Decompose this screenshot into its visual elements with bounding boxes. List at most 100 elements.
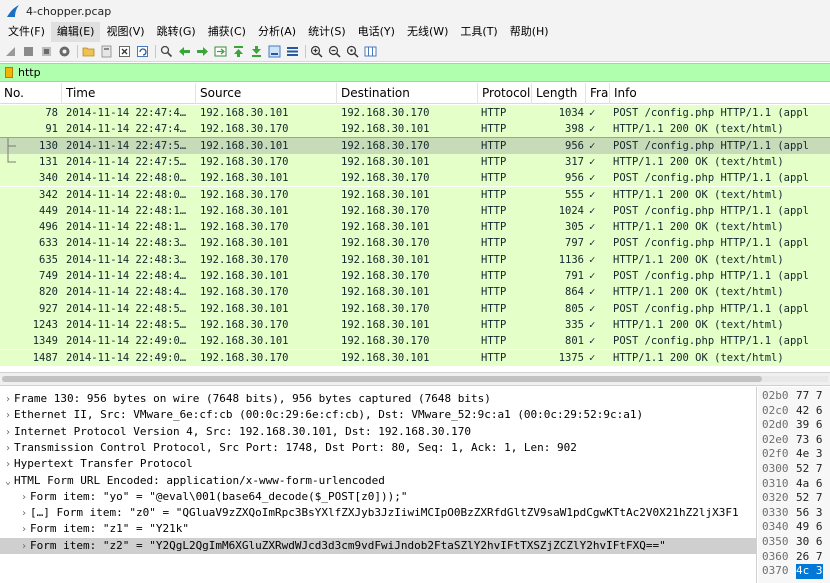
find-packet-icon[interactable] [160,45,173,58]
protocol-tree-item[interactable]: › Transmission Control Protocol, Src Port… [0,440,756,457]
zoom-out-icon[interactable] [328,45,341,58]
menu-view[interactable]: 视图(V) [100,22,150,42]
go-back-icon[interactable] [178,45,191,58]
hex-bytes[interactable]: 26 7 [796,550,823,565]
capture-options-icon[interactable] [58,45,71,58]
hex-bytes[interactable]: 77 7 [796,389,823,404]
packet-protocol: HTTP [481,139,507,152]
hex-bytes[interactable]: 52 7 [796,462,823,477]
packet-row[interactable]: 78 2014-11-14 22:47:4… 192.168.30.101 192.1… [0,105,830,122]
packet-row[interactable]: 1243 2014-11-14 22:48:5… 192.168.30.170 192… [0,316,830,334]
horizontal-scrollbar-thumb[interactable] [2,376,762,382]
packet-protocol: HTTP [481,155,507,168]
expand-arrow-icon[interactable]: › [2,392,14,408]
collapse-arrow-icon[interactable]: ⌄ [2,474,14,490]
expand-arrow-icon[interactable]: › [18,522,30,538]
column-header-destination[interactable]: Destination [337,83,478,104]
menu-edit[interactable]: 编辑(E) [50,22,101,42]
start-capture-icon[interactable] [4,45,17,58]
expand-arrow-icon[interactable]: › [18,506,30,522]
stop-capture-icon[interactable] [22,45,35,58]
hex-bytes[interactable]: 49 6 [796,520,823,535]
packet-row[interactable]: 927 2014-11-14 22:48:5… 192.168.30.101 192.… [0,300,830,317]
resize-columns-icon[interactable] [364,45,377,58]
hex-bytes[interactable]: 52 7 [796,491,823,506]
packet-row[interactable]: 91 2014-11-14 22:47:4… 192.168.30.170 192.1… [0,121,830,138]
hex-offset: 0330 [762,505,789,519]
colorize-icon[interactable] [286,45,299,58]
packet-row[interactable]: 1487 2014-11-14 22:49:0… 192.168.30.170 192… [0,349,830,366]
last-packet-icon[interactable] [250,45,263,58]
form-item-row[interactable]: › […] Form item: "z0" = "QGluaV9zZXQoImRp… [0,505,756,522]
hex-bytes[interactable]: 30 6 [796,535,823,550]
column-header-source[interactable]: Source [196,83,337,104]
toolbar-separator [305,45,306,58]
close-file-icon[interactable] [118,45,131,58]
packet-row[interactable]: 1349 2014-11-14 22:49:0… 192.168.30.101 192… [0,333,830,350]
menu-go[interactable]: 跳转(G) [151,22,202,42]
packet-row[interactable]: 340 2014-11-14 22:48:0… 192.168.30.101 192.… [0,170,830,187]
go-to-packet-icon[interactable] [214,45,227,58]
zoom-normal-icon[interactable] [346,45,359,58]
protocol-tree-item[interactable]: › Ethernet II, Src: VMware_6e:cf:cb (00:0… [0,407,756,424]
menu-tools[interactable]: 工具(T) [454,22,503,42]
menu-telephony[interactable]: 电话(Y) [352,22,401,42]
column-header-frame[interactable]: Fra [586,83,610,104]
packet-row[interactable]: 496 2014-11-14 22:48:1… 192.168.30.170 192.… [0,219,830,236]
hex-bytes[interactable]: 4a 6 [796,477,823,492]
column-header-info[interactable]: Info [610,83,830,104]
form-item-row[interactable]: › Form item: "z1" = "Y21k" [0,521,756,538]
packet-row[interactable]: 635 2014-11-14 22:48:3… 192.168.30.170 192.… [0,251,830,268]
packet-row[interactable]: 820 2014-11-14 22:48:4… 192.168.30.170 192.… [0,284,830,301]
expand-arrow-icon[interactable]: › [2,425,14,441]
open-file-icon[interactable] [82,45,95,58]
protocol-tree-item[interactable]: › Internet Protocol Version 4, Src: 192.1… [0,424,756,441]
bookmark-icon[interactable] [5,67,13,78]
display-filter-bar[interactable]: http [0,63,830,82]
reload-file-icon[interactable] [136,45,149,58]
form-item-row[interactable]: › Form item: "z2" = "Y2QgL2QgImM6XGluZXRw… [0,537,756,555]
packet-row[interactable]: 449 2014-11-14 22:48:1… 192.168.30.101 192.… [0,202,830,220]
hex-bytes[interactable]: 4c 3 [796,564,823,579]
expand-arrow-icon[interactable]: › [2,457,14,473]
menu-statistics[interactable]: 统计(S) [302,22,352,42]
menu-wireless[interactable]: 无线(W) [401,22,454,42]
expand-arrow-icon[interactable]: › [2,441,14,457]
pane-splitter[interactable] [0,372,830,386]
form-item-row[interactable]: › Form item: "yo" = "@eval\001(base64_dec… [0,489,756,506]
hex-bytes[interactable]: 39 6 [796,418,823,433]
packet-row[interactable]: 749 2014-11-14 22:48:4… 192.168.30.101 192.… [0,268,830,285]
display-filter-input[interactable]: http [18,66,41,79]
column-header-time[interactable]: Time [62,83,196,104]
go-forward-icon[interactable] [196,45,209,58]
menu-help[interactable]: 帮助(H) [504,22,555,42]
protocol-tree-item[interactable]: ⌄ HTML Form URL Encoded: application/x-ww… [0,473,756,490]
column-header-protocol[interactable]: Protocol [478,83,532,104]
auto-scroll-icon[interactable] [268,45,281,58]
column-header-no[interactable]: No. [0,83,62,104]
restart-capture-icon[interactable] [40,45,53,58]
expand-arrow-icon[interactable]: › [18,490,30,506]
menu-analyze[interactable]: 分析(A) [252,22,302,42]
protocol-tree-item[interactable]: › Frame 130: 956 bytes on wire (7648 bits… [0,391,756,408]
save-file-icon[interactable] [100,45,113,58]
packet-info: HTTP/1.1 200 OK (text/html) [613,351,784,364]
packet-row[interactable]: 633 2014-11-14 22:48:3… 192.168.30.101 192.… [0,235,830,252]
menu-capture[interactable]: 捕获(C) [202,22,252,42]
column-header-length[interactable]: Length [532,83,586,104]
packet-row[interactable]: 130 2014-11-14 22:47:5… 192.168.30.101 192.… [0,136,830,155]
expand-arrow-icon[interactable]: › [2,408,14,424]
packet-row[interactable]: 342 2014-11-14 22:48:0… 192.168.30.170 192.… [0,186,830,203]
packet-protocol: HTTP [481,335,507,348]
expand-arrow-icon[interactable]: › [18,539,30,555]
zoom-in-icon[interactable] [310,45,323,58]
hex-bytes[interactable]: 42 6 [796,404,823,419]
protocol-tree-item[interactable]: › Hypertext Transfer Protocol [0,456,756,473]
packet-row[interactable]: 131 2014-11-14 22:47:5… 192.168.30.170 192.… [0,153,830,171]
first-packet-icon[interactable] [232,45,245,58]
hex-bytes[interactable]: 56 3 [796,506,823,521]
menu-file[interactable]: 文件(F) [2,22,51,42]
packet-no: 91 [45,123,58,136]
hex-bytes[interactable]: 4e 3 [796,447,823,462]
hex-bytes[interactable]: 73 6 [796,433,823,448]
